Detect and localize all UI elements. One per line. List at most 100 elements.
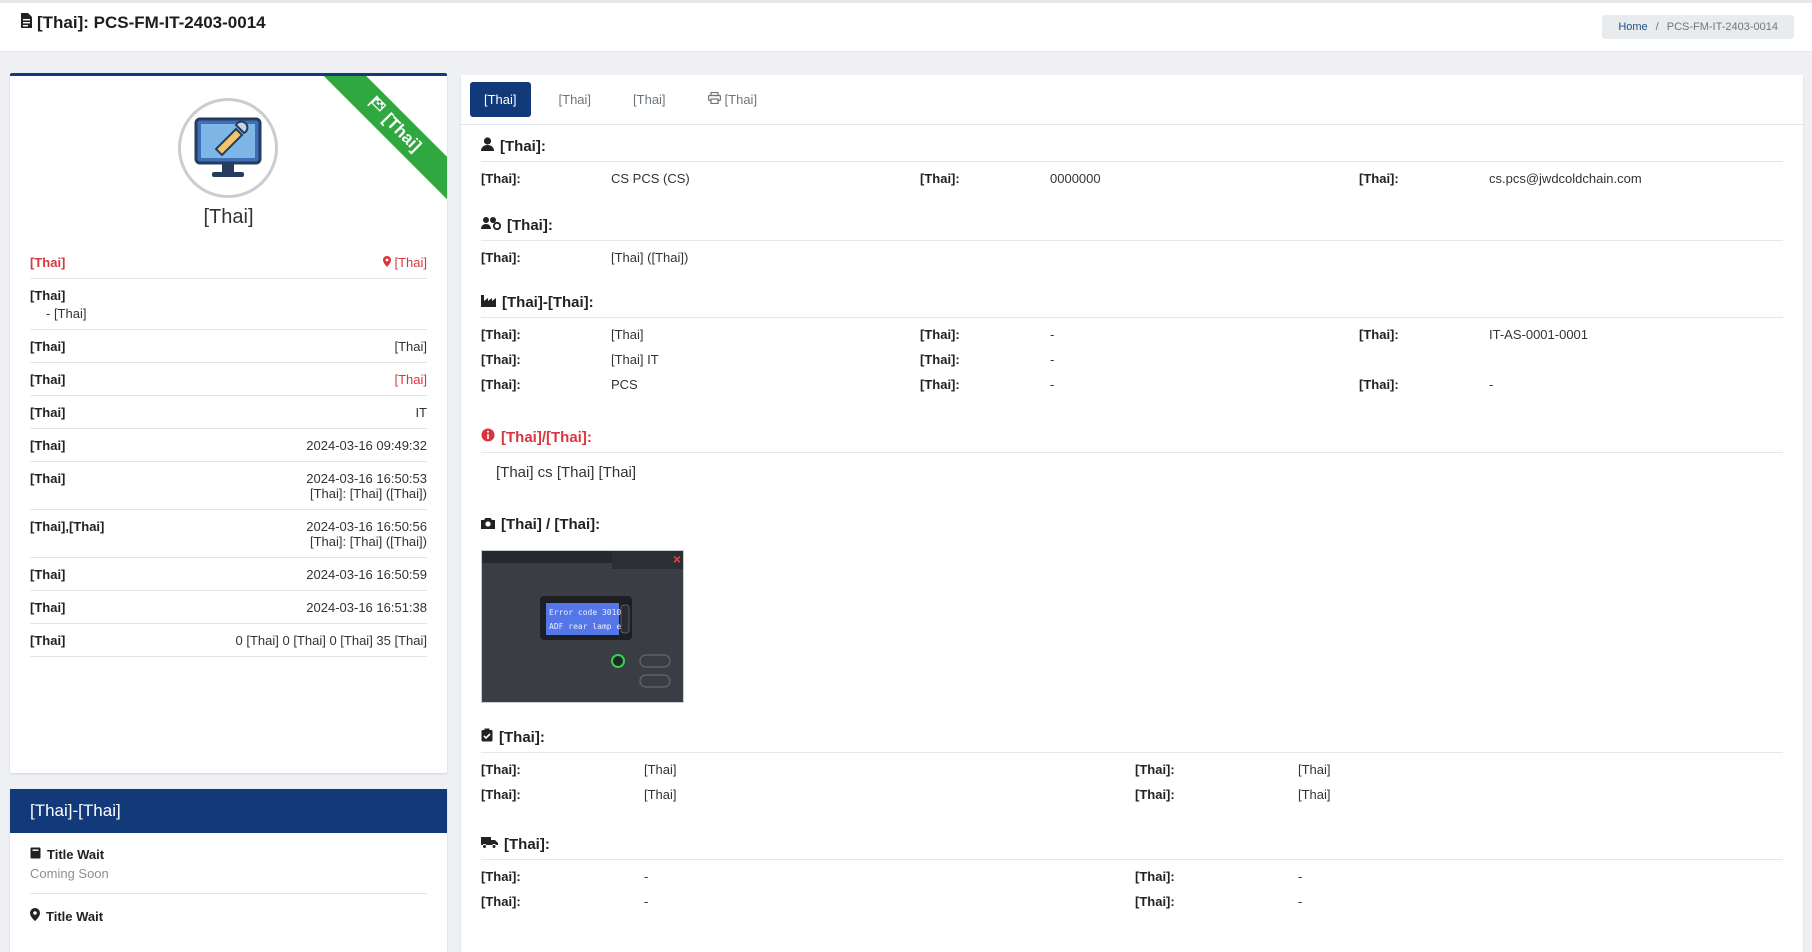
photo-screen-line-1: Error code 3010 (549, 608, 621, 617)
fix-method-label: [Thai]: (1135, 787, 1175, 802)
tab-print[interactable]: [Thai] (694, 82, 772, 117)
machine-code-value: IT-AS-0001-0001 (1489, 327, 1589, 342)
tab-print-label: [Thai] (724, 92, 758, 107)
place-value: - (1489, 377, 1494, 392)
safety-row: [Thai] [Thai] (30, 363, 427, 396)
close-date-label: [Thai] (30, 600, 66, 615)
tab-details[interactable]: [Thai] (470, 82, 531, 117)
summary-heading-text: [Thai]: (499, 728, 545, 746)
machine-type-label: [Thai]: (481, 327, 521, 342)
department-value: IT (415, 405, 427, 420)
problem-photo[interactable]: Error code 3010 ADF rear lamp er × (481, 550, 684, 703)
fault-code-value: [Thai] (644, 762, 677, 777)
site-label: [Thai]: (481, 377, 521, 392)
machine-heading: [Thai]-[Thai]: (481, 294, 1783, 318)
urgency-row: [Thai] [Thai] (30, 246, 427, 279)
machine-item-title: Title Wait (47, 847, 105, 862)
problem-heading: [Thai]/[Thai]: (481, 428, 1783, 453)
approved-value: 2024-03-16 16:50:53 [Thai]: [Thai] ([Tha… (306, 471, 427, 501)
fix-method-value: [Thai] (1298, 787, 1331, 802)
repair-code-value: [Thai] (1298, 762, 1331, 777)
safety-value: [Thai] (394, 372, 427, 387)
top-bar: [Thai]: PCS-FM-IT-2403-0014 Home / PCS-F… (0, 0, 1812, 52)
employee-id-label: [Thai]: (920, 171, 960, 186)
fault-code-label: [Thai]: (481, 762, 521, 777)
report-date-row: [Thai] 2024-03-16 09:49:32 (30, 429, 427, 462)
tab-timeline[interactable]: [Thai] (545, 82, 606, 117)
approved-date: 2024-03-16 16:50:53 (306, 471, 427, 486)
status-ribbon-text: [Thai] (379, 109, 426, 156)
department-label: [Thai] (30, 405, 66, 420)
supplier-value: - (644, 894, 649, 909)
problem-description: [Thai] cs [Thai] [Thai] (496, 464, 637, 481)
device-name-label: [Thai]: (481, 352, 521, 367)
photo-screen-line-2: ADF rear lamp er (549, 622, 626, 631)
supplier-label: [Thai]: (481, 894, 521, 909)
problem-section: [Thai]/[Thai]: [Thai] cs [Thai] [Thai] (481, 428, 1783, 481)
machine-code-label: [Thai]: (1359, 327, 1399, 342)
machine-status-item: Title Wait (30, 894, 427, 936)
outsource-reason-value: - (644, 869, 649, 884)
approved-row: [Thai] 2024-03-16 16:50:53 [Thai]: [Thai… (30, 462, 427, 510)
info-circle-icon (481, 428, 495, 446)
urgency-label: [Thai] (30, 255, 66, 270)
request-type-row: [Thai] - [Thai] (30, 279, 427, 330)
clipboard-check-icon (481, 728, 493, 746)
machine-item-sub: Coming Soon (30, 866, 109, 881)
machine-status-title: [Thai]-[Thai] (10, 789, 447, 833)
start-date-row: [Thai] 2024-03-16 16:50:59 (30, 558, 427, 591)
repair-status-card: [Thai] [Thai] [Thai] [Thai] [Thai] - [Th… (10, 73, 447, 773)
job-type-label: [Thai] (30, 339, 66, 354)
machine-row: [Thai]: [Thai] [Thai]: - [Thai]: IT-AS-0… (481, 327, 1783, 344)
detail-tabs: [Thai] [Thai] [Thai] [Thai] (461, 75, 1803, 125)
tab-tracking[interactable]: [Thai] (619, 82, 680, 117)
repair-avatar (178, 98, 278, 198)
building-value: - (1050, 377, 1055, 392)
request-type-label: [Thai] (30, 288, 66, 303)
outsource-heading: [Thai]: (481, 836, 1783, 860)
responsible-heading: [Thai]: (481, 216, 1783, 241)
breadcrumb: Home / PCS-FM-IT-2403-0014 (1602, 15, 1794, 39)
email-value: cs.pcs@jwdcoldchain.com (1489, 171, 1642, 186)
location-pin-icon (30, 908, 40, 924)
machine-row: [Thai]: PCS [Thai]: - [Thai]: - (481, 377, 1783, 394)
approved-label: [Thai] (30, 471, 66, 486)
department-row: [Thai] IT (30, 396, 427, 429)
start-date-label: [Thai] (30, 567, 66, 582)
breadcrumb-separator: / (1655, 21, 1659, 33)
camera-icon (481, 516, 495, 533)
safety-label: [Thai] (30, 372, 66, 387)
send-date-value: - (1298, 869, 1303, 884)
report-date-value: 2024-03-16 09:49:32 (306, 438, 427, 453)
responsible-section: [Thai]: [Thai]: [Thai] ([Thai]) (481, 216, 1783, 267)
send-date-label: [Thai]: (1135, 869, 1175, 884)
printer-panel-image: Error code 3010 ADF rear lamp er (482, 551, 683, 702)
report-date-label: [Thai] (30, 438, 66, 453)
place-label: [Thai]: (1359, 377, 1399, 392)
cause-value: [Thai] (644, 787, 677, 802)
remove-photo-icon[interactable]: × (673, 551, 681, 567)
return-date-value: - (1298, 894, 1303, 909)
pin-icon (382, 255, 395, 270)
machine-status-card: [Thai]-[Thai] Title Wait Coming Soon Tit… (10, 789, 447, 952)
reporter-name-value: CS PCS (CS) (611, 171, 690, 186)
page-title-text: [Thai]: PCS-FM-IT-2403-0014 (37, 13, 266, 32)
outsource-heading-text: [Thai]: (504, 836, 550, 853)
responsible-heading-text: [Thai]: (507, 216, 553, 234)
approved-by: [Thai]: [Thai] ([Thai]) (309, 486, 427, 501)
total-time-row: [Thai] 0 [Thai] 0 [Thai] 0 [Thai] 35 [Th… (30, 624, 427, 657)
accepted-by: [Thai]: [Thai] ([Thai]) (309, 534, 427, 549)
reporter-section: [Thai]: [Thai]: CS PCS (CS) [Thai]: 0000… (481, 137, 1783, 188)
outsource-section: [Thai]: [Thai]: - [Thai]: - [Thai]: - [T… (481, 836, 1783, 911)
breadcrumb-home[interactable]: Home (1618, 21, 1647, 33)
machine-row: [Thai]: [Thai] IT [Thai]: - (481, 352, 1783, 369)
summary-row: [Thai]: [Thai] [Thai]: [Thai] (481, 762, 1783, 779)
problem-heading-text: [Thai]/[Thai]: (501, 428, 592, 446)
machine-item-title: Title Wait (46, 908, 104, 924)
total-time-label: [Thai] (30, 633, 66, 648)
summary-heading: [Thai]: (481, 728, 1783, 753)
urgency-text: [Thai] (394, 255, 427, 270)
start-date-value: 2024-03-16 16:50:59 (306, 567, 427, 582)
close-date-value: 2024-03-16 16:51:38 (306, 600, 427, 615)
model-label: [Thai]: (920, 352, 960, 367)
